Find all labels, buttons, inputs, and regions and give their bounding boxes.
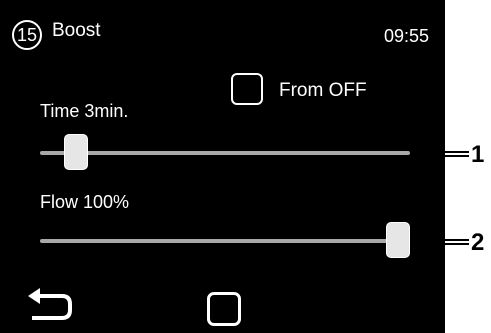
- clock: 09:55: [384, 26, 430, 46]
- back-arrow-icon: [28, 288, 72, 320]
- callout-line-2: [421, 239, 469, 245]
- screen-title: Boost: [52, 20, 101, 41]
- menu-number-badge: 15: [12, 20, 42, 50]
- back-button[interactable]: [24, 286, 74, 324]
- callout-number-1: 1: [471, 141, 485, 168]
- from-off-label: From OFF: [279, 80, 367, 101]
- time-slider-track[interactable]: [40, 151, 410, 155]
- from-off-checkbox[interactable]: [231, 73, 263, 105]
- callout-line-1: [421, 151, 469, 157]
- time-slider-label: Time 3min.: [40, 101, 129, 121]
- flow-slider-handle[interactable]: [386, 222, 410, 258]
- time-slider-handle[interactable]: [64, 134, 89, 170]
- flow-slider-track[interactable]: [40, 239, 410, 243]
- flow-slider-label: Flow 100%: [40, 192, 130, 212]
- home-button[interactable]: [207, 292, 241, 326]
- callout-number-2: 2: [471, 229, 485, 256]
- boost-screen: 15 Boost 09:55 From OFF Time 3min. Flow …: [0, 0, 445, 333]
- menu-number: 15: [16, 24, 38, 45]
